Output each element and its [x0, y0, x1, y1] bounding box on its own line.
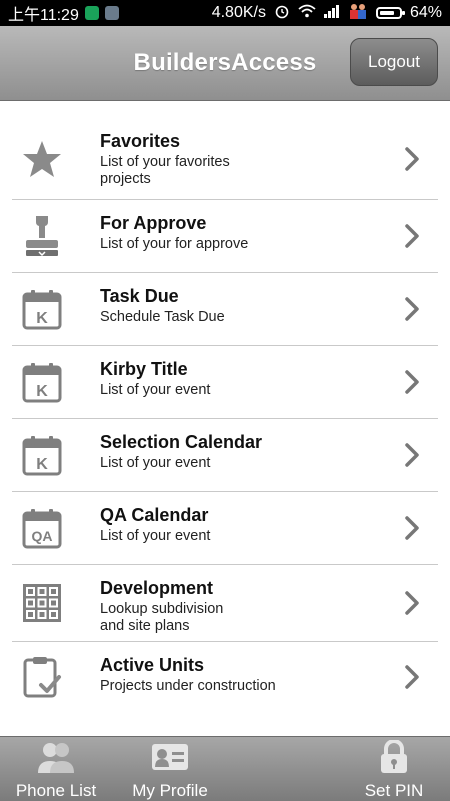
tab-set-pin[interactable]: Set PIN: [346, 737, 442, 801]
lock-icon: [378, 739, 410, 775]
menu-item-subtitle: List of your event: [100, 455, 211, 471]
app-notification-icon: [84, 6, 99, 20]
tab-my-profile[interactable]: My Profile: [122, 737, 218, 801]
tab-phone-list[interactable]: Phone List: [8, 737, 104, 801]
network-speed: 4.80K/s: [211, 4, 266, 21]
menu-item-for-approve[interactable]: For Approve List of your for approve: [12, 200, 438, 273]
menu-item-title: Active Units: [100, 655, 205, 675]
alarm-icon: [274, 3, 290, 24]
menu-item-task-due[interactable]: K Task Due Schedule Task Due: [12, 273, 438, 346]
menu-item-subtitle: List of your event: [100, 528, 211, 544]
grid-icon: [20, 581, 64, 625]
menu-item-title: QA Calendar: [100, 505, 209, 525]
people-icon: [36, 739, 76, 775]
menu-item-subtitle: List of your for approve: [100, 236, 249, 252]
stamp-icon: [20, 214, 64, 258]
battery-level: 64%: [409, 4, 442, 21]
chevron-right-icon: [402, 514, 422, 542]
tab-label: My Profile: [132, 781, 208, 800]
main-menu: Favorites List of your favorites project…: [12, 118, 438, 712]
battery-icon: [375, 7, 405, 19]
chevron-right-icon: [402, 589, 422, 617]
menu-item-title: Favorites: [100, 131, 181, 151]
menu-item-subtitle: Lookup subdivision and site plans: [100, 601, 224, 634]
logout-button[interactable]: Logout: [350, 38, 438, 86]
tab-label: Set PIN: [364, 781, 424, 800]
chevron-right-icon: [402, 663, 422, 691]
calendar-k-icon: K: [20, 360, 64, 404]
app-header: BuildersAccess Logout: [0, 26, 450, 101]
menu-item-subtitle: Schedule Task Due: [100, 309, 225, 325]
menu-item-kirby-title[interactable]: K Kirby Title List of your event: [12, 346, 438, 419]
app-notification-icon: [104, 6, 119, 20]
menu-item-development[interactable]: Development Lookup subdivision and site …: [12, 565, 438, 642]
chevron-right-icon: [402, 222, 422, 250]
wifi-icon: [298, 4, 316, 23]
menu-item-subtitle: List of your favorites projects: [100, 154, 230, 187]
calendar-glyph: K: [36, 383, 48, 400]
chevron-right-icon: [402, 368, 422, 396]
menu-item-title: Selection Calendar: [100, 432, 263, 452]
calendar-k-icon: K: [20, 287, 64, 331]
calendar-k-icon: K: [20, 433, 64, 477]
calendar-glyph: K: [36, 456, 48, 473]
menu-item-selection-calendar[interactable]: K Selection Calendar List of your event: [12, 419, 438, 492]
menu-item-qa-calendar[interactable]: QA QA Calendar List of your event: [12, 492, 438, 565]
clipboard-check-icon: [20, 655, 64, 699]
signal-icon: [323, 4, 340, 23]
menu-item-favorites[interactable]: Favorites List of your favorites project…: [12, 118, 438, 200]
tab-label: Phone List: [15, 781, 97, 800]
menu-item-title: Task Due: [100, 286, 179, 306]
menu-item-subtitle: List of your event: [100, 382, 211, 398]
chevron-right-icon: [402, 295, 422, 323]
menu-item-title: Kirby Title: [100, 359, 188, 379]
avatar-icon: [348, 2, 368, 25]
status-time: 上午11:29: [8, 7, 79, 24]
bottom-tab-bar: Phone List My Profile Set PIN: [0, 736, 450, 801]
menu-item-title: Development: [100, 578, 214, 598]
menu-item-subtitle: Projects under construction: [100, 678, 276, 694]
calendar-glyph: QA: [32, 528, 53, 544]
star-icon: [20, 137, 64, 181]
calendar-qa-icon: QA: [20, 506, 64, 550]
status-bar: 上午11:29 4.80K/s 64%: [0, 0, 450, 26]
chevron-right-icon: [402, 441, 422, 469]
menu-item-title: For Approve: [100, 213, 207, 233]
chevron-right-icon: [402, 145, 422, 173]
menu-item-active-units[interactable]: Active Units Projects under construction: [12, 642, 438, 712]
profile-card-icon: [151, 739, 189, 775]
calendar-glyph: K: [36, 310, 48, 327]
